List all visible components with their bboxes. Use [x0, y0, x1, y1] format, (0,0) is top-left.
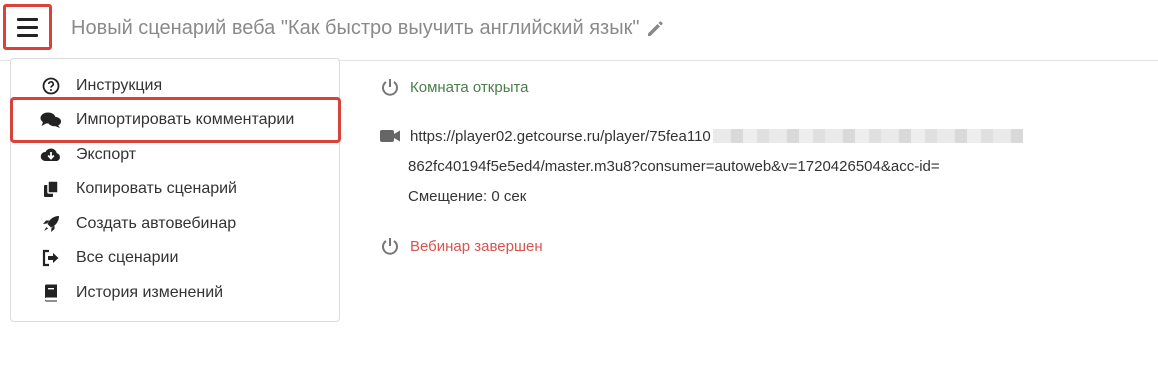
- copy-icon: [40, 178, 62, 200]
- power-icon: [378, 76, 402, 98]
- page-title: Новый сценарий веба "Как быстро выучить …: [71, 17, 665, 40]
- hamburger-icon-bar: [17, 33, 38, 37]
- menu-item-label: Копировать сценарий: [76, 180, 237, 197]
- menu-item-label: Инструкция: [76, 77, 163, 94]
- rocket-icon: [40, 213, 62, 235]
- menu-item-instructions[interactable]: Инструкция: [11, 69, 339, 103]
- webinar-status-row: Вебинар завершен: [378, 235, 543, 257]
- menu-item-copy-scenario[interactable]: Копировать сценарий: [11, 172, 339, 206]
- menu-item-all-scenarios[interactable]: Все сценарии: [11, 241, 339, 275]
- video-url-line2: 862fc40194f5e5ed4/master.m3u8?consumer=a…: [408, 158, 940, 175]
- hamburger-icon-bar: [17, 25, 38, 29]
- menu-item-label: История изменений: [76, 284, 224, 301]
- menu-toggle-button[interactable]: [3, 4, 52, 50]
- menu-item-label: Импортировать комментарии: [76, 111, 295, 128]
- question-circle-icon: [40, 75, 62, 97]
- actions-dropdown-menu: Инструкция Импортировать комментарии Экс…: [10, 58, 340, 322]
- header: Новый сценарий веба "Как быстро выучить …: [0, 0, 1158, 61]
- video-url-row: https://player02.getcourse.ru/player/75f…: [378, 125, 1023, 147]
- video-url-line1: https://player02.getcourse.ru/player/75f…: [410, 127, 711, 145]
- sign-out-icon: [40, 247, 62, 269]
- menu-item-export[interactable]: Экспорт: [11, 138, 339, 172]
- cloud-download-icon: [40, 144, 62, 166]
- menu-item-label: Создать автовебинар: [76, 215, 237, 232]
- book-icon: [40, 282, 62, 304]
- scenario-title: Новый сценарий веба "Как быстро выучить …: [71, 17, 640, 39]
- offset-text: Смещение: 0 сек: [408, 188, 527, 205]
- menu-item-import-comments[interactable]: Импортировать комментарии: [11, 103, 339, 137]
- menu-item-create-autowebinar[interactable]: Создать автовебинар: [11, 207, 339, 241]
- power-icon: [378, 235, 402, 257]
- menu-item-label: Экспорт: [76, 146, 137, 163]
- offset-row: Смещение: 0 сек: [408, 188, 526, 205]
- menu-item-change-history[interactable]: История изменений: [11, 276, 339, 310]
- comments-icon: [40, 109, 62, 131]
- redacted-url-part: [712, 129, 1023, 143]
- room-status-row: Комната открыта: [378, 76, 529, 98]
- hamburger-icon: [17, 17, 38, 21]
- menu-item-label: Все сценарии: [76, 249, 179, 266]
- webinar-status-text: Вебинар завершен: [410, 237, 543, 255]
- video-camera-icon: [378, 125, 402, 147]
- video-url-continuation: 862fc40194f5e5ed4/master.m3u8?consumer=a…: [408, 158, 940, 175]
- room-status-text: Комната открыта: [410, 78, 529, 96]
- pencil-icon[interactable]: [645, 19, 665, 39]
